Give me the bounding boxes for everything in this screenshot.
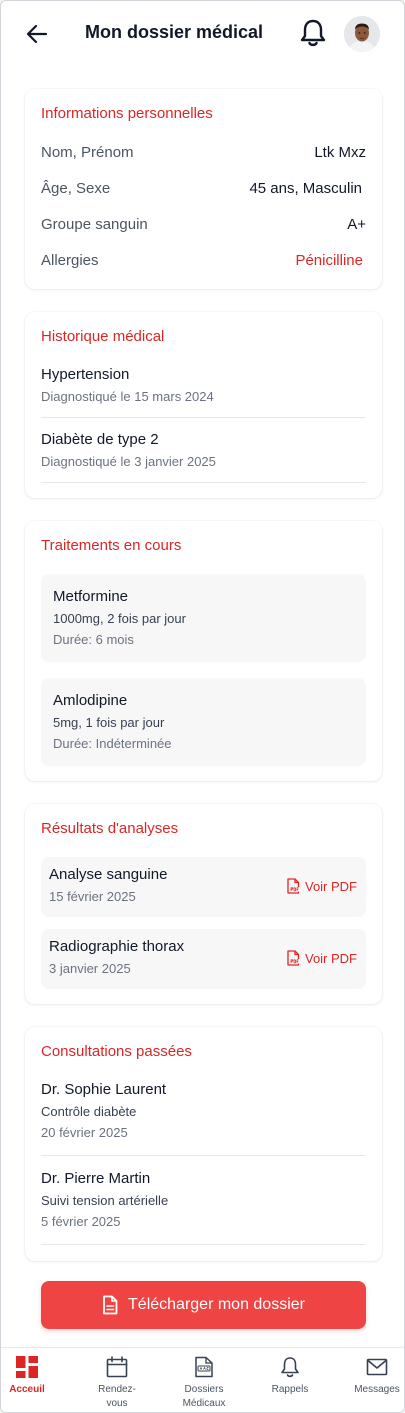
treatment-name: Amlodipine (53, 692, 128, 709)
info-row-allergies: Allergies Pénicilline (41, 252, 366, 269)
treatment-name: Metformine (53, 588, 129, 605)
download-record-button[interactable]: Télécharger mon dossier (41, 1281, 366, 1329)
pdf-file-icon (287, 950, 300, 966)
nav-item-reminders[interactable]: Rappels (263, 1348, 317, 1412)
history-item-name: Diabète de type 2 (41, 431, 159, 448)
user-avatar[interactable] (344, 16, 380, 52)
bell-icon (300, 19, 326, 47)
view-pdf-link[interactable]: Voir PDF (286, 950, 357, 966)
consultation-doctor: Dr. Sophie Laurent (41, 1081, 167, 1098)
bottom-navigation: Acceuil Rendez- vous Dossiers Médicaux R… (1, 1347, 404, 1412)
medical-file-icon (194, 1356, 214, 1378)
view-pdf-label: Voir PDF (304, 878, 357, 894)
top-bar: Mon dossier médical (1, 1, 404, 67)
nav-item-medical-records[interactable]: Dossiers Médicaux (173, 1348, 235, 1412)
bell-icon (280, 1356, 300, 1378)
medical-history-title: Historique médical (41, 328, 165, 345)
personal-info-title: Informations personnelles (41, 105, 213, 122)
nav-label: Rendez- vous (98, 1384, 136, 1409)
info-label: Allergies (41, 252, 99, 269)
info-value: A+ (347, 216, 366, 233)
treatment-duration: Durée: 6 mois (53, 632, 134, 647)
info-row-blood-type: Groupe sanguin A+ (41, 216, 366, 233)
info-label: Groupe sanguin (41, 216, 148, 233)
medical-history-card: Historique médical Hypertension Diagnost… (25, 312, 382, 498)
history-item[interactable]: Hypertension Diagnostiqué le 15 mars 202… (41, 366, 366, 418)
back-button[interactable] (25, 23, 49, 45)
treatment-duration: Durée: Indéterminée (53, 736, 172, 751)
home-grid-icon (16, 1356, 38, 1378)
mail-icon (366, 1356, 388, 1378)
calendar-icon (106, 1356, 128, 1378)
personal-info-card: Informations personnelles Nom, Prénom Lt… (25, 89, 382, 289)
nav-item-messages[interactable]: Messages (349, 1348, 404, 1412)
download-label: Télécharger mon dossier (128, 1296, 305, 1313)
document-icon (103, 1295, 118, 1315)
nav-label: Messages (354, 1384, 400, 1395)
result-name: Radiographie thorax (49, 938, 185, 955)
allergy-value: Pénicilline (295, 252, 363, 269)
treatments-card: Traitements en cours Metformine 1000mg, … (25, 521, 382, 781)
consultation-doctor: Dr. Pierre Martin (41, 1170, 151, 1187)
nav-label: Dossiers Médicaux (182, 1384, 226, 1409)
history-item-date: Diagnostiqué le 3 janvier 2025 (41, 454, 216, 469)
lab-results-title: Résultats d'analyses (41, 820, 179, 837)
treatments-title: Traitements en cours (41, 537, 182, 554)
info-label: Nom, Prénom (41, 144, 134, 161)
consultation-reason: Suivi tension artérielle (41, 1193, 169, 1208)
page-title: Mon dossier médical (85, 22, 264, 42)
info-row-name: Nom, Prénom Ltk Mxz (41, 144, 366, 161)
treatment-item[interactable]: Amlodipine 5mg, 1 fois par jour Durée: I… (41, 678, 366, 766)
result-date: 3 janvier 2025 (49, 961, 131, 976)
view-pdf-link[interactable]: Voir PDF (286, 878, 357, 894)
consultation-date: 5 février 2025 (41, 1214, 121, 1229)
nav-label: Acceuil (9, 1384, 45, 1395)
treatment-dose: 1000mg, 2 fois par jour (53, 611, 186, 626)
treatment-item[interactable]: Metformine 1000mg, 2 fois par jour Durée… (41, 574, 366, 662)
consultation-item[interactable]: Dr. Pierre Martin Suivi tension artériel… (41, 1170, 366, 1245)
result-item: Analyse sanguine 15 février 2025 Voir PD… (41, 857, 366, 917)
consultation-reason: Contrôle diabète (41, 1104, 137, 1119)
info-value: Ltk Mxz (314, 144, 366, 161)
result-name: Analyse sanguine (49, 866, 168, 883)
consultations-card: Consultations passées Dr. Sophie Laurent… (25, 1027, 382, 1261)
view-pdf-label: Voir PDF (304, 950, 357, 966)
app-frame: Mon dossier médical Informations personn… (0, 0, 405, 1413)
info-value: 45 ans, Masculin (249, 180, 362, 197)
nav-item-appointments[interactable]: Rendez- vous (87, 1348, 147, 1412)
history-item-date: Diagnostiqué le 15 mars 2024 (41, 389, 214, 404)
result-item: Radiographie thorax 3 janvier 2025 Voir … (41, 929, 366, 989)
pdf-file-icon (287, 878, 300, 894)
result-date: 15 février 2025 (49, 889, 136, 904)
history-item[interactable]: Diabète de type 2 Diagnostiqué le 3 janv… (41, 431, 366, 483)
consultations-title: Consultations passées (41, 1043, 192, 1060)
nav-item-home[interactable]: Acceuil (1, 1348, 53, 1412)
treatment-dose: 5mg, 1 fois par jour (53, 715, 165, 730)
arrow-left-icon (26, 24, 48, 44)
info-label: Âge, Sexe (41, 180, 111, 197)
lab-results-card: Résultats d'analyses Analyse sanguine 15… (25, 804, 382, 1004)
info-row-age-sex: Âge, Sexe 45 ans, Masculin (41, 180, 366, 197)
notifications-button[interactable] (299, 18, 327, 48)
consultation-item[interactable]: Dr. Sophie Laurent Contrôle diabète 20 f… (41, 1081, 366, 1156)
consultation-date: 20 février 2025 (41, 1125, 128, 1140)
history-item-name: Hypertension (41, 366, 130, 383)
nav-label: Rappels (271, 1384, 309, 1395)
